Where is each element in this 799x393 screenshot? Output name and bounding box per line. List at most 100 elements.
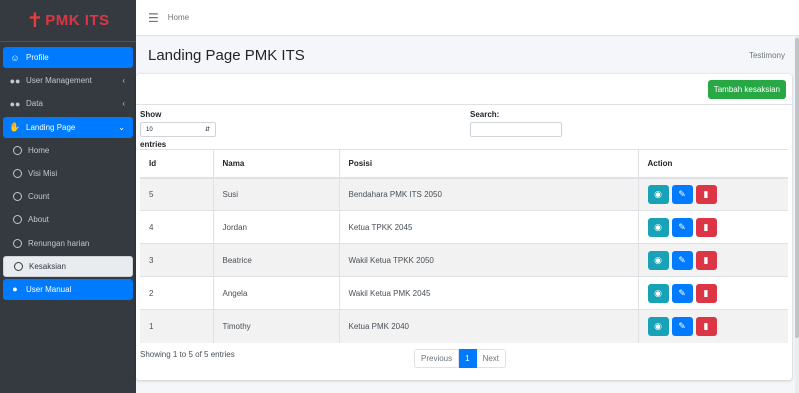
cell-nama: Susi	[212, 177, 339, 211]
view-button[interactable]: ◉	[647, 250, 669, 270]
column-header-posisi[interactable]: Posisi	[338, 149, 638, 179]
chevron-down-icon: ⌄	[118, 122, 125, 132]
circle-icon	[13, 145, 22, 155]
next-page-button[interactable]: Next	[476, 349, 507, 368]
view-button[interactable]: ◉	[647, 217, 669, 237]
trash-icon: ▮	[703, 254, 709, 265]
circle-icon	[13, 238, 22, 248]
edit-button[interactable]: ✎	[671, 217, 693, 237]
page-title: Landing Page PMK ITS	[148, 46, 305, 64]
top-navbar: ☰ Home	[136, 0, 799, 36]
search-label: Search:	[470, 110, 500, 119]
edit-icon: ✎	[678, 287, 686, 298]
scrollbar-thumb[interactable]	[795, 38, 799, 338]
sidebar-item-count[interactable]: Count	[3, 186, 133, 207]
breadcrumb[interactable]: Testimony	[749, 51, 785, 60]
select-arrows-icon: ⇵	[204, 127, 210, 133]
pagination: Previous 1 Next	[414, 349, 507, 368]
view-button[interactable]: ◉	[647, 316, 669, 336]
nav-home-link[interactable]: Home	[168, 13, 189, 22]
column-header-id[interactable]: Id	[140, 149, 213, 179]
sidebar-item-kesaksian[interactable]: Kesaksian	[3, 255, 133, 277]
length-control: Show 10 ⇵ entries	[140, 110, 216, 149]
sidebar-item-label: Count	[28, 192, 50, 202]
hand-icon: ✋	[9, 121, 21, 132]
view-button[interactable]: ◉	[647, 184, 669, 204]
column-header-nama[interactable]: Nama	[212, 149, 339, 179]
view-button[interactable]: ◉	[647, 283, 669, 303]
eye-icon: ◉	[654, 320, 662, 331]
sidebar-item-label: Profile	[26, 53, 49, 62]
sidebar-item-landing-page[interactable]: ✋ Landing Page ⌄	[3, 116, 133, 138]
sidebar-item-label: User Management	[26, 76, 92, 86]
testimony-card: Tambah kesaksian Show 10 ⇵ entries Searc…	[136, 74, 792, 380]
search-input[interactable]	[470, 122, 562, 137]
edit-icon: ✎	[678, 188, 686, 199]
sidebar: ✝ PMK ITS ☺ Profile ●● User Management ‹…	[0, 0, 136, 393]
eye-icon: ◉	[654, 254, 662, 265]
user-circle-icon: ☺	[10, 52, 20, 63]
table-row: 3 Beatrice Wakil Ketua TPKK 2050 ◉ ✎ ▮	[140, 243, 788, 277]
testimony-table-wrapper: Id Nama Posisi Action 5 Susi Bendahara P…	[140, 149, 788, 343]
cell-id: 3	[140, 243, 213, 277]
sidebar-item-home[interactable]: Home	[3, 140, 133, 161]
column-header-action[interactable]: Action	[637, 149, 788, 179]
content-header: Landing Page PMK ITS Testimony	[136, 36, 799, 74]
page-1-button[interactable]: 1	[459, 349, 477, 368]
entries-select[interactable]: 10 ⇵	[140, 122, 216, 137]
circle-icon	[14, 261, 23, 271]
edit-button[interactable]: ✎	[671, 283, 693, 303]
table-info: Showing 1 to 5 of 5 entries	[140, 350, 235, 359]
chevron-left-icon: ‹	[122, 99, 125, 109]
cell-id: 1	[140, 309, 213, 343]
edit-button[interactable]: ✎	[671, 316, 693, 336]
card-header: Tambah kesaksian	[136, 74, 792, 105]
table-row: 2 Angela Wakil Ketua PMK 2045 ◉ ✎ ▮	[140, 276, 788, 310]
cell-posisi: Wakil Ketua PMK 2045	[338, 276, 638, 310]
delete-button[interactable]: ▮	[695, 283, 717, 303]
sidebar-item-label: About	[28, 215, 49, 225]
previous-page-button[interactable]: Previous	[414, 349, 460, 368]
hamburger-menu-icon[interactable]: ☰	[148, 11, 159, 25]
page-scrollbar[interactable]	[795, 36, 799, 393]
cross-icon: ✝	[26, 10, 44, 32]
table-header-row: Id Nama Posisi Action	[140, 149, 788, 179]
cell-nama: Angela	[212, 276, 339, 310]
brand-logo[interactable]: ✝ PMK ITS	[0, 0, 136, 42]
sidebar-item-label: Data	[26, 99, 43, 109]
sidebar-item-renungan-harian[interactable]: Renungan harian	[3, 233, 133, 254]
sidebar-item-about[interactable]: About	[3, 209, 133, 230]
cell-action: ◉ ✎ ▮	[637, 276, 788, 310]
cell-posisi: Ketua PMK 2040	[338, 309, 638, 343]
edit-button[interactable]: ✎	[671, 250, 693, 270]
cell-posisi: Ketua TPKK 2045	[338, 210, 638, 244]
delete-button[interactable]: ▮	[695, 217, 717, 237]
cell-action: ◉ ✎ ▮	[637, 210, 788, 244]
cell-nama: Timothy	[212, 309, 339, 343]
edit-button[interactable]: ✎	[671, 184, 693, 204]
sidebar-item-data[interactable]: ●● Data ‹	[3, 93, 133, 114]
table-row: 4 Jordan Ketua TPKK 2045 ◉ ✎ ▮	[140, 210, 788, 244]
sidebar-item-visi-misi[interactable]: Visi Misi	[3, 163, 133, 184]
cell-action: ◉ ✎ ▮	[637, 243, 788, 277]
cell-action: ◉ ✎ ▮	[637, 309, 788, 343]
sidebar-item-label: Renungan harian	[28, 238, 90, 248]
edit-icon: ✎	[678, 254, 686, 265]
cell-nama: Beatrice	[212, 243, 339, 277]
sidebar-item-profile[interactable]: ☺ Profile	[3, 47, 133, 68]
sidebar-item-label: Home	[28, 145, 50, 155]
sidebar-item-label: Landing Page	[26, 122, 76, 132]
eye-icon: ◉	[654, 221, 662, 232]
testimony-table: Id Nama Posisi Action 5 Susi Bendahara P…	[140, 149, 788, 343]
eye-icon: ◉	[654, 287, 662, 298]
delete-button[interactable]: ▮	[695, 250, 717, 270]
user-group-icon: ●●	[9, 98, 21, 109]
delete-button[interactable]: ▮	[695, 184, 717, 204]
sidebar-item-user-manual[interactable]: ● User Manual	[3, 278, 133, 300]
circle-icon	[13, 215, 22, 225]
delete-button[interactable]: ▮	[695, 316, 717, 336]
entries-label: entries	[140, 140, 167, 149]
add-testimony-button[interactable]: Tambah kesaksian	[707, 80, 786, 99]
eye-icon: ◉	[654, 188, 662, 199]
sidebar-item-user-management[interactable]: ●● User Management ‹	[3, 70, 133, 91]
